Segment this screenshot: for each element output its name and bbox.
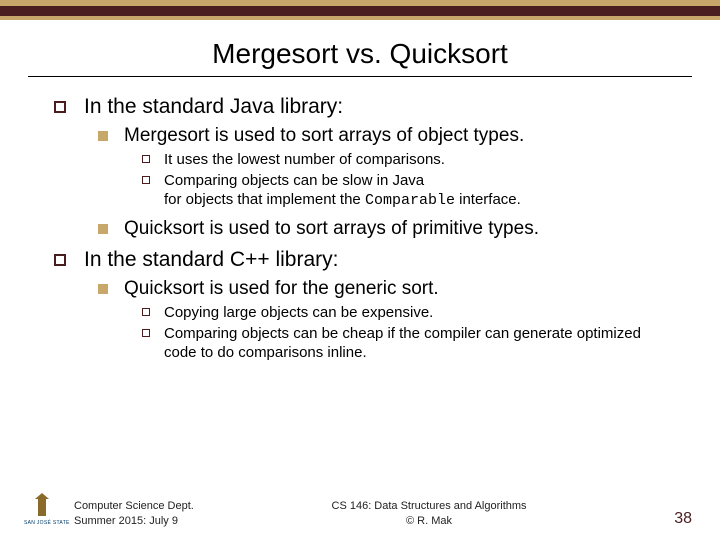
band-maroon <box>0 6 720 16</box>
point-text: Mergesort is used to sort arrays of obje… <box>124 125 524 146</box>
slide-footer: SAN JOSÉ STATE Computer Science Dept. Su… <box>0 496 720 528</box>
slide-body: In the standard Java library: Mergesort … <box>0 77 720 363</box>
sub-point-text: It uses the lowest number of comparisons… <box>164 151 445 168</box>
sjsu-logo: SAN JOSÉ STATE <box>24 496 60 526</box>
section-java: In the standard Java library: Mergesort … <box>50 95 670 240</box>
point-text: Quicksort is used to sort arrays of prim… <box>124 218 539 239</box>
sub-point: Comparing objects can be slow in Javafor… <box>134 172 670 211</box>
sub-point: Copying large objects can be expensive. <box>134 304 670 323</box>
sub-point-text: Copying large objects can be expensive. <box>164 304 433 321</box>
footer-left: Computer Science Dept. Summer 2015: July… <box>74 499 194 528</box>
section-heading: In the standard C++ library: <box>84 248 338 271</box>
slide-title: Mergesort vs. Quicksort <box>0 38 720 70</box>
sub-point: It uses the lowest number of comparisons… <box>134 151 670 170</box>
sub-point-text: Comparing objects can be cheap if the co… <box>164 325 641 361</box>
code-comparable: Comparable <box>365 192 455 209</box>
point-quicksort-generic: Quicksort is used for the generic sort. … <box>92 278 670 362</box>
sub-point: Comparing objects can be cheap if the co… <box>134 325 670 363</box>
point-quicksort-primitive: Quicksort is used to sort arrays of prim… <box>92 218 670 240</box>
point-text: Quicksort is used for the generic sort. <box>124 278 439 299</box>
slide: Mergesort vs. Quicksort In the standard … <box>0 0 720 540</box>
band-gold-bottom <box>0 16 720 20</box>
point-mergesort: Mergesort is used to sort arrays of obje… <box>92 125 670 210</box>
term-date: Summer 2015: July 9 <box>74 515 178 527</box>
page-number: 38 <box>674 510 692 528</box>
tower-icon <box>38 498 46 516</box>
dept-name: Computer Science Dept. <box>74 500 194 512</box>
logo-text: SAN JOSÉ STATE <box>24 520 70 526</box>
section-cpp: In the standard C++ library: Quicksort i… <box>50 248 670 362</box>
course-title: CS 146: Data Structures and Algorithms <box>332 500 527 512</box>
header-decoration <box>0 0 720 20</box>
footer-center: CS 146: Data Structures and Algorithms ©… <box>194 499 664 528</box>
author: © R. Mak <box>406 515 452 527</box>
section-heading: In the standard Java library: <box>84 95 343 118</box>
